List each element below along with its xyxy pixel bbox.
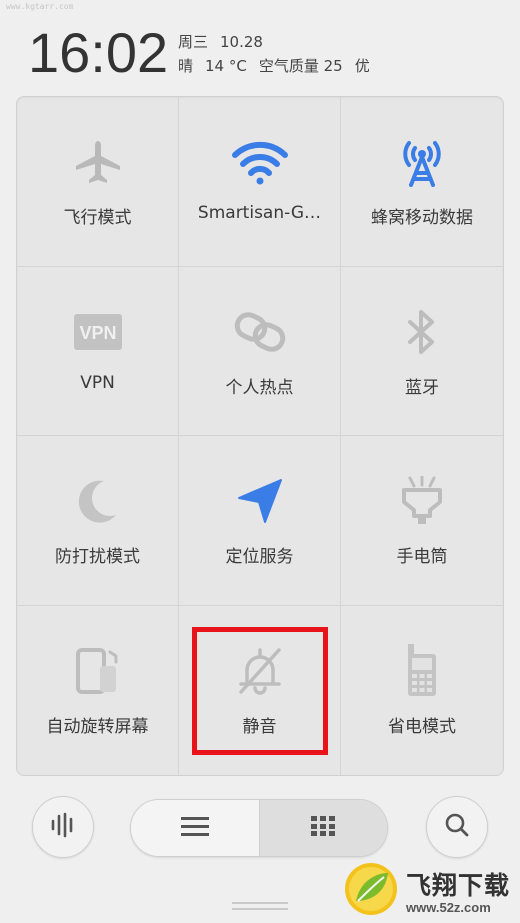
date: 10.28	[220, 33, 263, 51]
flashlight-icon	[392, 476, 452, 526]
battery-phone-icon	[392, 643, 452, 696]
tile-label: 蜂窝移动数据	[371, 208, 473, 228]
toggle-flashlight[interactable]: 手电筒	[341, 436, 503, 606]
toggle-auto-rotate[interactable]: 自动旋转屏幕	[17, 605, 179, 775]
tile-label: 静音	[242, 716, 277, 737]
toggle-vpn[interactable]: VPN VPN	[17, 266, 179, 436]
grid-view-button[interactable]	[259, 800, 387, 856]
logo-url: www.52z.com	[406, 899, 491, 915]
tile-label: VPN	[80, 372, 115, 393]
toggle-bluetooth[interactable]: 蓝牙	[341, 267, 503, 436]
cellular-tower-icon	[392, 137, 452, 187]
tile-label: 飞行模式	[63, 208, 132, 228]
date-weather-info: 周三 10.28 晴 14 °C 空气质量 25 优	[178, 30, 382, 78]
view-toggle	[130, 799, 388, 857]
site-logo: 飞翔下载 www.52z.com	[342, 857, 520, 923]
rotate-screen-icon	[68, 646, 128, 696]
tile-label: 定位服务	[225, 547, 294, 567]
airplane-icon	[68, 137, 128, 187]
grid-icon	[310, 815, 336, 841]
svg-text:VPN: VPN	[79, 323, 116, 343]
voice-button[interactable]	[32, 796, 94, 858]
toggle-hotspot[interactable]: 个人热点	[179, 266, 341, 436]
tile-label: 自动旋转屏幕	[46, 716, 149, 737]
logo-title: 飞翔下载	[406, 870, 511, 900]
toggle-do-not-disturb[interactable]: 防打扰模式	[17, 436, 179, 606]
toggle-wifi[interactable]: Smartisan-G…	[179, 97, 341, 267]
tile-label: 蓝牙	[405, 377, 439, 398]
bottom-bar	[0, 796, 520, 866]
toggle-power-saving[interactable]: 省电模式	[341, 606, 503, 776]
air-quality-level: 优	[354, 57, 370, 75]
search-icon	[444, 812, 470, 842]
tile-label: 手电筒	[396, 547, 448, 567]
watermark-text: www.kgtarr.com	[6, 2, 74, 11]
sound-wave-icon	[50, 812, 76, 842]
tile-label: 省电模式	[388, 716, 456, 737]
air-quality: 空气质量 25	[258, 57, 343, 75]
list-view-button[interactable]	[131, 800, 260, 856]
quick-settings-grid: 飞行模式 Smartisan-G… 蜂窝移动数据 VPN VPN 个人热点 蓝牙…	[16, 96, 504, 776]
tile-label: 防打扰模式	[55, 547, 140, 567]
toggle-airplane-mode[interactable]: 飞行模式	[17, 97, 179, 267]
toggle-location-service[interactable]: 定位服务	[179, 436, 341, 606]
tile-label: Smartisan-G…	[197, 203, 322, 223]
drag-handle[interactable]	[232, 902, 288, 910]
toggle-silent-mode[interactable]: 静音	[179, 605, 341, 775]
vpn-icon: VPN	[68, 307, 128, 357]
moon-icon	[68, 476, 128, 526]
search-button[interactable]	[426, 796, 488, 858]
bell-muted-icon	[230, 646, 290, 696]
weather: 晴	[178, 57, 194, 75]
menu-lines-icon	[180, 815, 210, 841]
leaf-logo-icon	[342, 859, 400, 921]
bluetooth-icon	[392, 307, 452, 357]
temperature: 14 °C	[205, 57, 247, 75]
location-arrow-icon	[230, 476, 290, 526]
wifi-icon	[230, 137, 290, 187]
clock-time: 16:02	[28, 21, 169, 84]
weekday: 周三	[178, 33, 209, 51]
tile-label: 个人热点	[225, 377, 294, 398]
hotspot-link-icon	[230, 307, 290, 357]
toggle-cellular-data[interactable]: 蜂窝移动数据	[341, 97, 503, 267]
